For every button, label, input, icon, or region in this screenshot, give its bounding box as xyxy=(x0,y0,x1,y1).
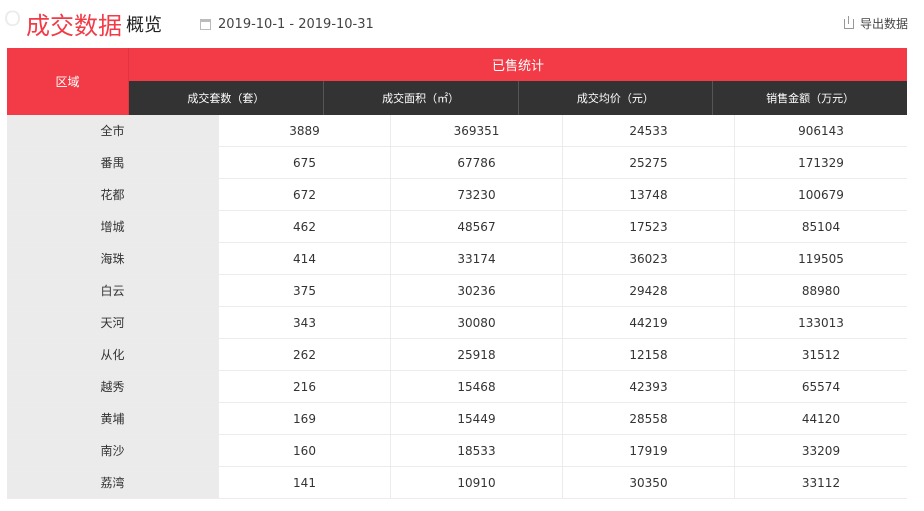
column-header-units: 成交套数（套） xyxy=(129,81,324,115)
amount-cell: 65574 xyxy=(801,379,841,394)
column-headers: 成交套数（套） 成交面积（㎡） 成交均价（元） 销售金额（万元） xyxy=(129,81,907,115)
avg-price-cell: 13748 xyxy=(563,179,735,210)
units-cell: 672 xyxy=(219,179,391,210)
page-subtitle: 概览 xyxy=(126,15,162,36)
area-cell: 30080 xyxy=(391,307,563,338)
area-cell: 15449 xyxy=(391,403,563,434)
units-cell: 160 xyxy=(219,435,391,466)
avg-price-cell: 42393 xyxy=(563,371,735,402)
table-row: 全市 3889 369351 24533 906143 xyxy=(7,115,907,147)
column-header-area: 成交面积（㎡） xyxy=(324,81,519,115)
avg-price-cell: 44219 xyxy=(563,307,735,338)
area-cell: 33174 xyxy=(391,243,563,274)
avg-price-cell: 24533 xyxy=(563,115,735,146)
table-row: 花都 672 73230 13748 100679 xyxy=(7,179,907,211)
column-header-avg-price: 成交均价（元） xyxy=(519,81,714,115)
table-body: 全市 3889 369351 24533 906143 番禺 675 67786… xyxy=(7,115,907,499)
table-row: 白云 375 30236 29428 88980 xyxy=(7,275,907,307)
amount-cell: 119505 xyxy=(798,251,844,266)
amount-cell: 85104 xyxy=(801,219,841,234)
region-cell: 花都 xyxy=(7,179,219,210)
region-cell: 从化 xyxy=(7,339,219,370)
avg-price-cell: 28558 xyxy=(563,403,735,434)
table-row: 荔湾 141 10910 30350 33112 xyxy=(7,467,907,499)
group-header: 已售统计 xyxy=(129,48,907,81)
table-row: 海珠 414 33174 36023 119505 xyxy=(7,243,907,275)
sales-table: 区域 已售统计 成交套数（套） 成交面积（㎡） 成交均价（元） 销售金额（万元）… xyxy=(7,48,907,499)
export-button[interactable]: 导出数据 xyxy=(843,15,908,32)
avg-price-cell: 17523 xyxy=(563,211,735,242)
area-cell: 25918 xyxy=(391,339,563,370)
page-title: 成交数据 xyxy=(26,12,122,40)
area-cell: 67786 xyxy=(391,147,563,178)
units-cell: 169 xyxy=(219,403,391,434)
avg-price-cell: 29428 xyxy=(563,275,735,306)
table-row: 从化 262 25918 12158 31512 xyxy=(7,339,907,371)
amount-cell: 44120 xyxy=(801,411,841,426)
units-cell: 216 xyxy=(219,371,391,402)
region-cell: 越秀 xyxy=(7,371,219,402)
region-cell: 天河 xyxy=(7,307,219,338)
area-cell: 73230 xyxy=(391,179,563,210)
region-cell: 荔湾 xyxy=(7,467,219,498)
calendar-icon xyxy=(200,18,211,30)
table-row: 越秀 216 15468 42393 65574 xyxy=(7,371,907,403)
region-cell: 黄埔 xyxy=(7,403,219,434)
amount-cell: 133013 xyxy=(798,315,844,330)
amount-cell: 31512 xyxy=(801,347,841,362)
avg-price-cell: 17919 xyxy=(563,435,735,466)
area-cell: 369351 xyxy=(391,115,563,146)
table-row: 番禺 675 67786 25275 171329 xyxy=(7,147,907,179)
amount-cell: 88980 xyxy=(801,283,841,298)
table-row: 天河 343 30080 44219 133013 xyxy=(7,307,907,339)
region-cell: 白云 xyxy=(7,275,219,306)
avg-price-cell: 36023 xyxy=(563,243,735,274)
area-cell: 48567 xyxy=(391,211,563,242)
amount-cell: 33112 xyxy=(801,475,841,490)
region-cell: 海珠 xyxy=(7,243,219,274)
avg-price-cell: 30350 xyxy=(563,467,735,498)
export-label: 导出数据 xyxy=(859,17,908,31)
table-header: 区域 已售统计 成交套数（套） 成交面积（㎡） 成交均价（元） 销售金额（万元） xyxy=(7,48,907,115)
table-row: 增城 462 48567 17523 85104 xyxy=(7,211,907,243)
units-cell: 675 xyxy=(219,147,391,178)
table-row: 南沙 160 18533 17919 33209 xyxy=(7,435,907,467)
units-cell: 375 xyxy=(219,275,391,306)
region-cell: 番禺 xyxy=(7,147,219,178)
area-cell: 30236 xyxy=(391,275,563,306)
area-cell: 18533 xyxy=(391,435,563,466)
amount-cell: 100679 xyxy=(798,187,844,202)
amount-cell: 906143 xyxy=(798,123,844,138)
export-icon xyxy=(843,15,854,29)
table-row: 黄埔 169 15449 28558 44120 xyxy=(7,403,907,435)
units-cell: 262 xyxy=(219,339,391,370)
region-cell: 全市 xyxy=(7,115,219,146)
background-watermark: O xyxy=(4,6,23,31)
units-cell: 462 xyxy=(219,211,391,242)
area-cell: 10910 xyxy=(391,467,563,498)
region-cell: 南沙 xyxy=(7,435,219,466)
region-header: 区域 xyxy=(7,48,129,115)
column-header-amount: 销售金额（万元） xyxy=(766,92,855,105)
date-range-text: 2019-10-1 - 2019-10-31 xyxy=(218,16,374,32)
avg-price-cell: 12158 xyxy=(563,339,735,370)
top-bar: O 成交数据 概览 2019-10-1 - 2019-10-31 导出数据 xyxy=(0,0,924,44)
units-cell: 343 xyxy=(219,307,391,338)
avg-price-cell: 25275 xyxy=(563,147,735,178)
amount-cell: 171329 xyxy=(798,155,844,170)
area-cell: 15468 xyxy=(391,371,563,402)
header-right: 已售统计 成交套数（套） 成交面积（㎡） 成交均价（元） 销售金额（万元） xyxy=(129,48,907,115)
amount-cell: 33209 xyxy=(801,443,841,458)
units-cell: 141 xyxy=(219,467,391,498)
units-cell: 3889 xyxy=(219,115,391,146)
units-cell: 414 xyxy=(219,243,391,274)
date-range-picker[interactable]: 2019-10-1 - 2019-10-31 xyxy=(200,15,374,33)
region-cell: 增城 xyxy=(7,211,219,242)
